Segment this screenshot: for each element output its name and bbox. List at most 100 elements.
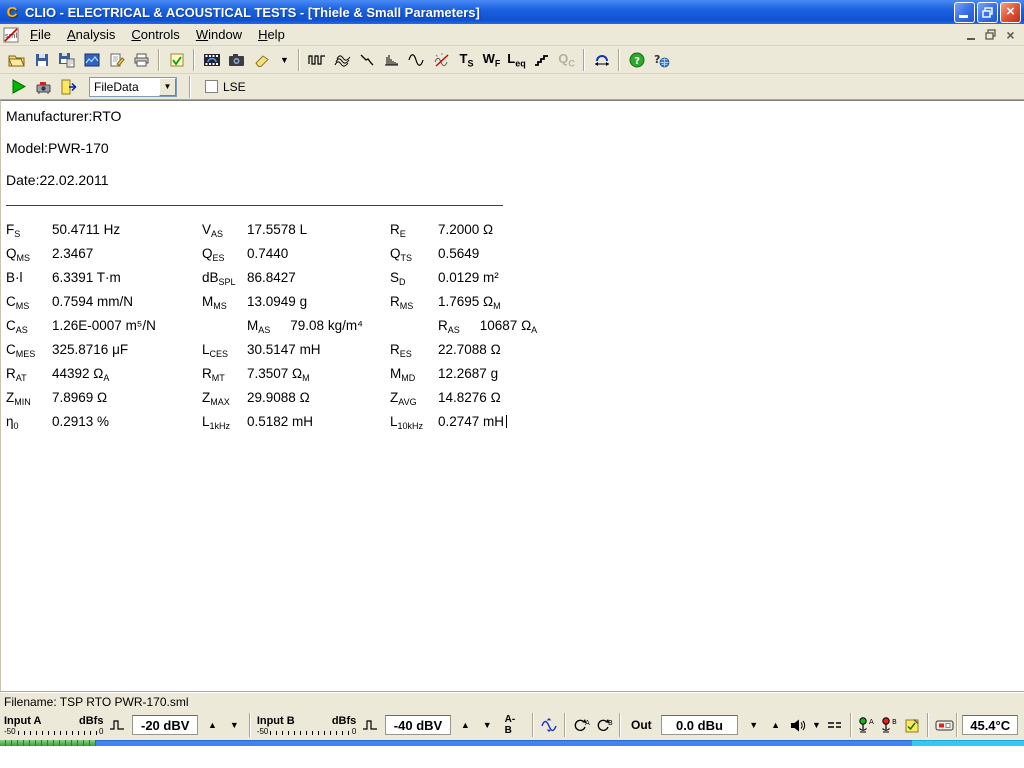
param-value: 2.3467: [52, 244, 202, 268]
loop-input-b-button[interactable]: B: [593, 714, 615, 736]
mdi-close-button[interactable]: ×: [1002, 27, 1019, 42]
help-online-button[interactable]: ?: [649, 48, 674, 72]
generator-button[interactable]: [538, 714, 560, 736]
loop-input-a-button[interactable]: A: [570, 714, 592, 736]
snapshot-button[interactable]: [224, 48, 249, 72]
param-label: CMES: [6, 340, 52, 364]
resize-window-button[interactable]: [589, 48, 614, 72]
menu-controls[interactable]: Controls: [123, 25, 187, 44]
manufacturer-line: Manufacturer:RTO: [6, 105, 1024, 137]
out-down-button[interactable]: ▼: [743, 715, 764, 735]
menu-analysis[interactable]: Analysis: [59, 25, 123, 44]
mic-b-button[interactable]: B: [879, 714, 901, 736]
stairs-icon: [533, 52, 550, 68]
eraser-dropdown-button[interactable]: ▼: [274, 48, 294, 72]
save-button[interactable]: [29, 48, 54, 72]
input-a-scale: -500: [2, 727, 105, 736]
speaker-icon: [790, 718, 806, 733]
down-triangle-icon: ▼: [230, 720, 239, 730]
leq-analysis-button[interactable]: Leq: [504, 48, 529, 72]
mic-settings-button[interactable]: [902, 714, 924, 736]
wf-analysis-button[interactable]: WF: [479, 48, 504, 72]
mls-analysis-button[interactable]: [304, 48, 329, 72]
param-label: MMS: [202, 292, 247, 316]
clio-app-icon: C: [3, 3, 21, 21]
input-a-down-button[interactable]: ▼: [224, 715, 245, 735]
input-b-pulse-button[interactable]: [359, 714, 381, 736]
titlebar: C CLIO - ELECTRICAL & ACOUSTICAL TESTS -…: [0, 0, 1024, 24]
pulse-icon: [362, 718, 378, 732]
lines-button[interactable]: [824, 714, 846, 736]
meter-button[interactable]: [933, 714, 955, 736]
menu-file[interactable]: File: [22, 25, 59, 44]
sine-wave-icon: [408, 52, 426, 68]
exit-button[interactable]: [56, 75, 81, 99]
param-label: FS: [6, 220, 52, 244]
film-button[interactable]: [199, 48, 224, 72]
eraser-button[interactable]: [249, 48, 274, 72]
speaker-button[interactable]: [787, 714, 809, 736]
help-button[interactable]: ?: [624, 48, 649, 72]
param-label: QES: [202, 244, 247, 268]
param-value: 7.3507 ΩM: [247, 364, 390, 388]
ts-parameters-button[interactable]: TS: [454, 48, 479, 72]
model-line: Model:PWR-170: [6, 137, 1024, 169]
open-button[interactable]: [4, 48, 29, 72]
param-value: 50.4711 Hz: [52, 220, 202, 244]
menubar: sml File Analysis Controls Window Help ×: [0, 24, 1024, 46]
autosave-button[interactable]: [31, 75, 56, 99]
go-button[interactable]: [6, 75, 31, 99]
status-bar: Filename: TSP RTO PWR-170.sml: [0, 692, 1024, 710]
out-up-button[interactable]: ▲: [765, 715, 786, 735]
param-label: ZMAX: [202, 388, 247, 412]
ts-parameters-document: Manufacturer:RTO Model:PWR-170 Date:22.0…: [0, 100, 1024, 692]
filedata-combobox[interactable]: FileData ▼: [89, 77, 177, 97]
save-as-icon: [58, 52, 75, 68]
param-label: CAS: [6, 316, 52, 340]
param-value: 6.3391 T·m: [52, 268, 202, 292]
input-a-pulse-button[interactable]: [106, 714, 128, 736]
param-label: VAS: [202, 220, 247, 244]
param-value: 0.2747 mH: [438, 412, 1024, 436]
separator: [927, 713, 929, 737]
mic-a-button[interactable]: A: [856, 714, 878, 736]
export-image-button[interactable]: [79, 48, 104, 72]
svg-text:?: ?: [634, 56, 640, 67]
link-ab-button[interactable]: A-B: [499, 714, 529, 736]
param-value: 7.8969 Ω: [52, 388, 202, 412]
restore-button[interactable]: [977, 2, 998, 23]
fft-analysis-button[interactable]: [379, 48, 404, 72]
print-button[interactable]: [129, 48, 154, 72]
save-as-button[interactable]: [54, 48, 79, 72]
linearity-steps-button[interactable]: [529, 48, 554, 72]
param-label: dBSPL: [202, 268, 247, 292]
param-value: 14.8276 Ω: [438, 388, 1024, 412]
menu-help[interactable]: Help: [250, 25, 293, 44]
speaker-dropdown-button[interactable]: ▼: [810, 715, 823, 735]
close-button[interactable]: ×: [1000, 2, 1021, 23]
toolbar-separator: [618, 49, 620, 71]
input-a-up-button[interactable]: ▲: [202, 715, 223, 735]
sinusoidal-off-button[interactable]: [429, 48, 454, 72]
waterfall-icon: [333, 52, 351, 68]
waterfall-analysis-button[interactable]: [329, 48, 354, 72]
mdi-restore-button[interactable]: [982, 27, 999, 42]
input-b-up-button[interactable]: ▲: [455, 715, 476, 735]
param-value: 0.7594 mm/N: [52, 292, 202, 316]
decay-analysis-button[interactable]: [354, 48, 379, 72]
param-label: CMS: [6, 292, 52, 316]
meter-icon: [935, 719, 954, 732]
menu-window[interactable]: Window: [188, 25, 250, 44]
param-value: 325.8716 μF: [52, 340, 202, 364]
chevron-down-icon: ▼: [164, 82, 172, 91]
input-b-down-button[interactable]: ▼: [477, 715, 498, 735]
lse-checkbox[interactable]: [205, 80, 218, 93]
combobox-dropdown-button[interactable]: ▼: [159, 78, 176, 96]
toolbar-separator: [158, 49, 160, 71]
verify-button[interactable]: [164, 48, 189, 72]
svg-text:B: B: [892, 718, 897, 726]
sinusoidal-analysis-button[interactable]: [404, 48, 429, 72]
notes-button[interactable]: [104, 48, 129, 72]
minimize-button[interactable]: [954, 2, 975, 23]
mdi-minimize-button[interactable]: [962, 27, 979, 42]
